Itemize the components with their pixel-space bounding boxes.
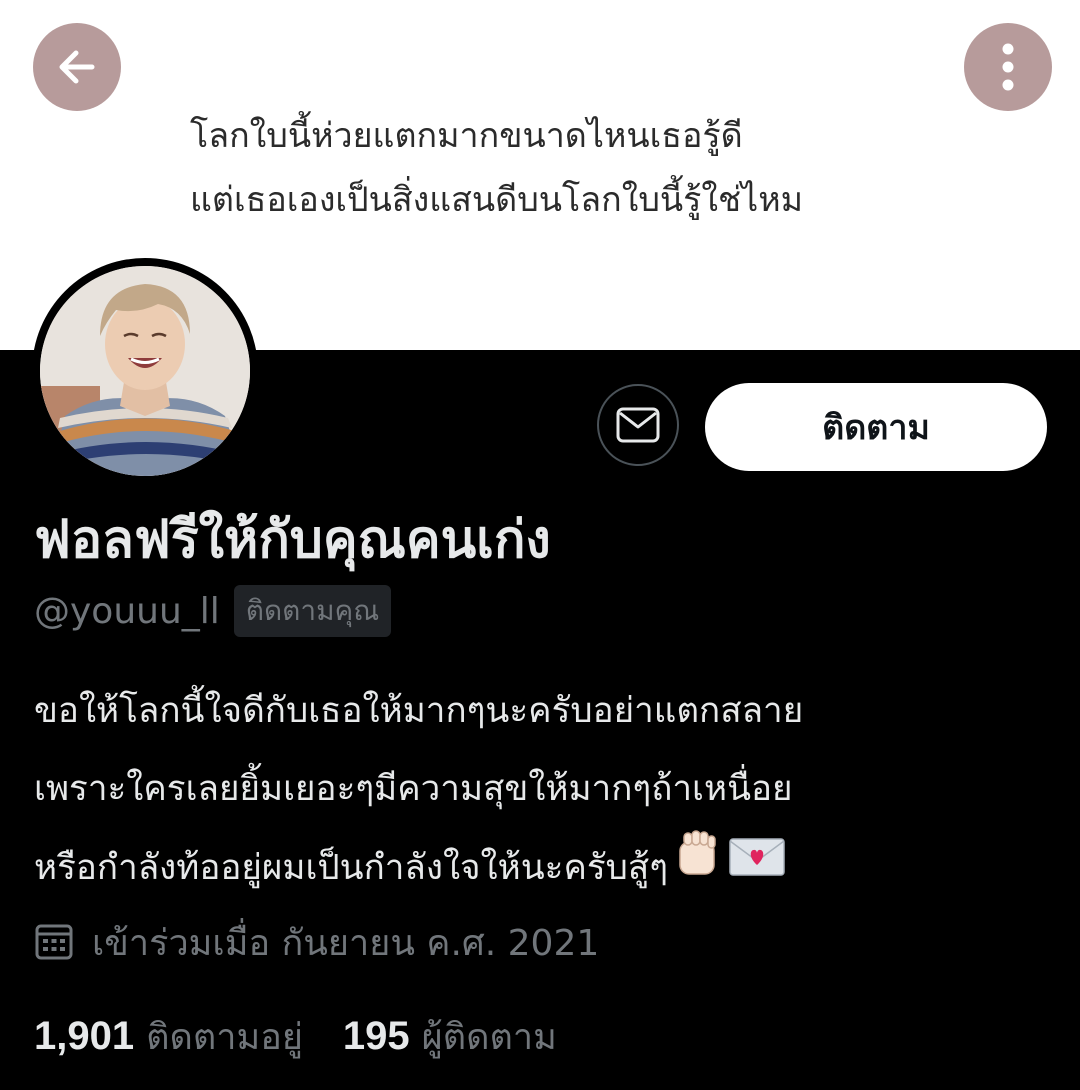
more-vertical-icon <box>1002 43 1014 91</box>
banner-line-2: แต่เธอเองเป็นสิ่งแสนดีบนโลกใบนี้รู้ใช่ไห… <box>190 180 804 220</box>
user-handle: @youuu_ll <box>34 590 220 632</box>
handle-row: @youuu_ll ติดตามคุณ <box>34 585 392 637</box>
followers-stat[interactable]: 195 ผู้ติดตาม <box>343 1008 557 1065</box>
banner-line-1: โลกใบนี้ห่วยแตกมากขนาดไหนเธอรู้ดี <box>190 116 743 156</box>
message-button[interactable] <box>597 384 679 466</box>
profile-bio: ขอให้โลกนี้ใจดีกับเธอให้มากๆนะครับอย่าแต… <box>34 672 1044 908</box>
avatar[interactable] <box>32 258 258 484</box>
banner-text: โลกใบนี้ห่วยแตกมากขนาดไหนเธอรู้ดี แต่เธอ… <box>190 104 803 232</box>
bio-line-2: เพราะใครเลยยิ้มเยอะๆมีความสุขให้มากๆถ้าเ… <box>34 769 793 809</box>
love-letter-icon <box>728 829 786 907</box>
bio-line-1: ขอให้โลกนี้ใจดีกับเธอให้มากๆนะครับอย่าแต… <box>34 691 804 731</box>
more-options-button[interactable] <box>964 23 1052 111</box>
following-stat[interactable]: 1,901 ติดตามอยู่ <box>34 1008 303 1065</box>
follow-stats: 1,901 ติดตามอยู่ 195 ผู้ติดตาม <box>34 1006 557 1066</box>
follow-button[interactable]: ติดตาม <box>705 383 1047 471</box>
followers-label: ผู้ติดตาม <box>421 1016 557 1058</box>
back-button[interactable] <box>33 23 121 111</box>
bio-line-3: หรือกำลังท้ออยู่ผมเป็นกำลังใจให้นะครับสู… <box>34 848 669 888</box>
envelope-icon <box>616 407 660 443</box>
bio-line-3-wrapper: หรือกำลังท้ออยู่ผมเป็นกำลังใจให้นะครับสู… <box>34 828 1044 908</box>
follows-you-badge: ติดตามคุณ <box>233 585 392 637</box>
calendar-icon <box>35 924 73 960</box>
display-name: ฟอลฟรีให้กับคุณคนเก่ง <box>34 510 551 570</box>
arrow-left-icon <box>59 50 95 84</box>
avatar-photo <box>40 266 250 476</box>
profile-page: โลกใบนี้ห่วยแตกมากขนาดไหนเธอรู้ดี แต่เธอ… <box>0 0 1080 1090</box>
joined-date: เข้าร่วมเมื่อ กันยายน ค.ศ. 2021 <box>92 922 600 964</box>
joined-date-row: เข้าร่วมเมื่อ กันยายน ค.ศ. 2021 <box>34 912 599 972</box>
followers-count: 195 <box>342 1013 410 1058</box>
following-label: ติดตามอยู่ <box>146 1016 303 1058</box>
following-count: 1,901 <box>34 1013 135 1058</box>
raised-fist-icon <box>672 828 724 908</box>
